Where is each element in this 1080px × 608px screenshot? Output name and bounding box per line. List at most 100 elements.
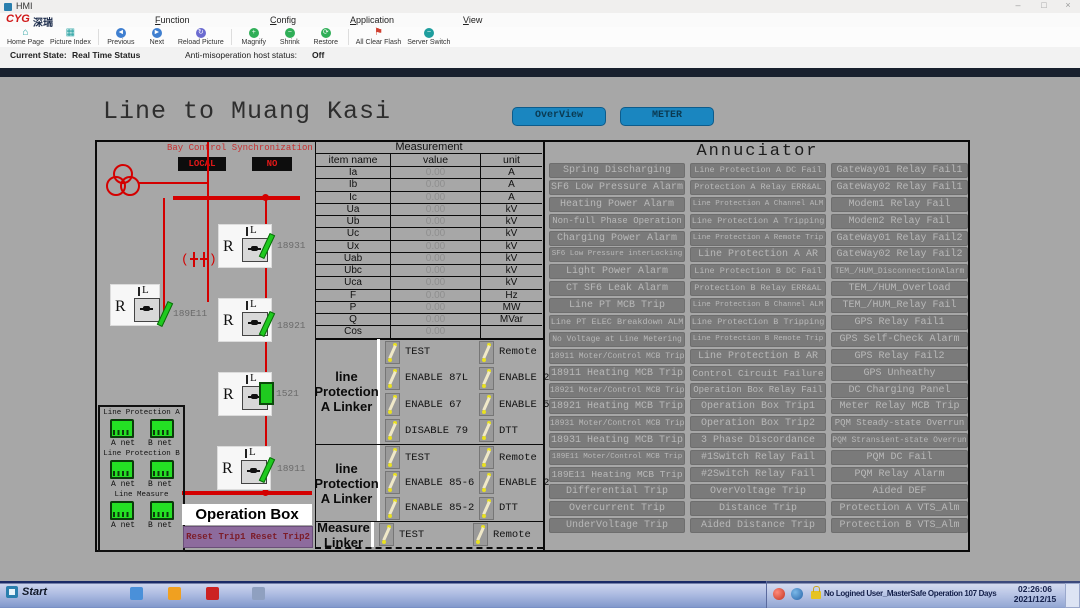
network-port-icon <box>110 460 134 479</box>
close-icon[interactable]: × <box>1058 0 1078 12</box>
state-bar: Current State: Real Time Status Anti-mis… <box>0 47 1080 69</box>
linker-section-line-protection-a-linker-1: line Protection A LinkerTESTRemoteENABLE… <box>316 338 543 444</box>
measurement-value: 0.00 <box>391 241 481 253</box>
toolbar-button-restore[interactable]: ⟳Restore <box>311 28 341 46</box>
show-desktop-button[interactable] <box>1065 583 1080 608</box>
toolbar-button-magnify[interactable]: +Magnify <box>239 28 269 46</box>
measurement-item-name: P <box>316 302 391 314</box>
linker-switch-icon[interactable] <box>385 471 400 494</box>
reset-trip2-button[interactable]: Reset Trip2 <box>251 532 310 542</box>
menu-function[interactable]: Function <box>155 15 190 25</box>
linker-switch-icon[interactable] <box>479 367 494 390</box>
annunciator-tile: Distance Trip <box>690 501 826 516</box>
annunciator-tile: 18911 Moter/Control MCB Trip <box>549 349 685 364</box>
measurement-unit: kV <box>481 277 542 289</box>
tray-lock-icon[interactable] <box>811 591 821 599</box>
measurement-unit: kV <box>481 216 542 228</box>
measurement-unit: Hz <box>481 290 542 302</box>
annunciator-tile: Line Protection A AR <box>690 247 826 262</box>
linker-switch-icon[interactable] <box>385 497 400 520</box>
main-frame: Bay Control Synchronization LOCAL NO ( ) <box>95 140 970 552</box>
linker-switch-icon[interactable] <box>479 446 494 469</box>
toolbar-button-picture-index[interactable]: ▦Picture Index <box>50 28 91 46</box>
transformer-icon <box>106 164 140 198</box>
annunciator-tile: PQM Steady-state Overrun <box>831 416 968 431</box>
menu-view[interactable]: View <box>463 15 482 25</box>
tray-alarm-orb-icon[interactable] <box>773 588 785 600</box>
toolbar-button-server-switch[interactable]: −Server Switch <box>407 28 450 46</box>
toolbar-button-reload-picture[interactable]: ↻Reload Picture <box>178 28 224 46</box>
linker-switch-icon[interactable] <box>385 393 400 416</box>
maximize-icon[interactable]: □ <box>1034 0 1054 12</box>
tray-network-orb-icon[interactable] <box>791 588 803 600</box>
meter-button[interactable]: METER <box>620 107 714 126</box>
menu-application[interactable]: Application <box>350 15 394 25</box>
minimize-icon[interactable]: – <box>1008 0 1028 12</box>
linker-switch-icon[interactable] <box>385 367 400 390</box>
toolbar-button-shrink[interactable]: −Shrink <box>275 28 305 46</box>
hmi-screen: HMI – □ × CYG 深瑞 Function Config Applica… <box>0 0 1080 608</box>
current-state-value: Real Time Status <box>72 50 140 60</box>
network-port-icon <box>150 460 174 479</box>
linker-switch-icon[interactable] <box>379 523 394 546</box>
annunciator-tile: Spring Discharging <box>549 163 685 178</box>
measurement-value: 0.00 <box>391 253 481 265</box>
linker-switch-icon[interactable] <box>473 523 488 546</box>
annunciator-column-2: Line Protection A DC FailProtection A Re… <box>690 163 826 535</box>
annunciator-tile: PQM Stransient-state Overrun <box>831 433 968 448</box>
annunciator-tile: 3 Phase Discordance <box>690 433 826 448</box>
clock-date: 2021/12/15 <box>1007 594 1063 604</box>
linker-row: DISABLE 79DTT <box>380 419 549 442</box>
breaker-control-189E11[interactable]: LR <box>110 284 160 326</box>
annunciator-tile: 18921 Moter/Control MCB Trip <box>549 383 685 398</box>
toolbar-button-label: Shrink <box>280 39 300 46</box>
measurement-unit: kV <box>481 253 542 265</box>
measurement-value: 0.00 <box>391 290 481 302</box>
annunciator-panel: Annuciator Spring DischargingSF6 Low Pre… <box>543 142 970 550</box>
annunciator-tile: Operation Box Trip2 <box>690 416 826 431</box>
annunciator-tile: OverVoltage Trip <box>690 484 826 499</box>
toolbar-button-home-page[interactable]: ⌂Home Page <box>7 28 44 46</box>
annunciator-tile: GPS Self-Check Alarm <box>831 332 968 347</box>
toolbar-button-all-clear-flash[interactable]: ⚑All Clear Flash <box>356 28 402 46</box>
disconnector-18921-icon[interactable] <box>258 310 274 336</box>
toolbar-button-previous[interactable]: ◄Previous <box>106 28 136 46</box>
measurement-value: 0.00 <box>391 277 481 289</box>
annunciator-tile: Line Protection B Channel ALM <box>690 298 826 313</box>
port-label: A net <box>111 439 135 448</box>
quick-launch-shield-icon[interactable] <box>206 587 219 600</box>
quick-launch-window-icon[interactable] <box>252 587 265 600</box>
shrink-icon: − <box>285 28 295 38</box>
circuit-breaker-1521-icon[interactable] <box>259 382 274 405</box>
device-group-line-protection-a: Line Protection AA netB net <box>100 409 183 448</box>
page-title: Line to Muang Kasi <box>103 97 391 126</box>
linker-switch-icon[interactable] <box>479 341 494 364</box>
linker-switch-icon[interactable] <box>385 341 400 364</box>
annunciator-tile: Line PT ELEC Breakdown ALM <box>549 315 685 330</box>
linker-switch-icon[interactable] <box>479 419 494 442</box>
linker-switch-icon[interactable] <box>385 419 400 442</box>
linker-switch-icon[interactable] <box>479 497 494 520</box>
network-port-icon <box>110 419 134 438</box>
toolbar-button-label: Magnify <box>241 39 266 46</box>
reset-trip1-button[interactable]: Reset Trip1 <box>186 532 245 542</box>
annunciator-tile: Protection A Relay ERR&AL <box>690 180 826 195</box>
start-button[interactable]: Start <box>6 586 47 598</box>
toolbar-button-next[interactable]: ►Next <box>142 28 172 46</box>
linker-switch-icon[interactable] <box>479 471 494 494</box>
disconnector-18931-icon[interactable] <box>258 232 274 258</box>
device-ports <box>110 501 174 520</box>
quick-launch-viewer-icon[interactable] <box>130 587 143 600</box>
measurement-item-name: Uca <box>316 277 391 289</box>
annunciator-tile: Protection B Relay ERR&AL <box>690 281 826 296</box>
disconnector-18911-icon[interactable] <box>258 456 274 482</box>
menu-config[interactable]: Config <box>270 15 296 25</box>
linker-row: ENABLE 87LENABLE 27 <box>380 367 549 390</box>
linker-switch-icon[interactable] <box>479 393 494 416</box>
measurement-value: 0.00 <box>391 265 481 277</box>
annunciator-tile: Line Protection B DC Fail <box>690 264 826 279</box>
linker-switch-icon[interactable] <box>385 446 400 469</box>
overview-button[interactable]: OverView <box>512 107 606 126</box>
quick-launch-alarm-icon[interactable] <box>168 587 181 600</box>
disconnector-189E11-icon[interactable] <box>156 300 172 326</box>
